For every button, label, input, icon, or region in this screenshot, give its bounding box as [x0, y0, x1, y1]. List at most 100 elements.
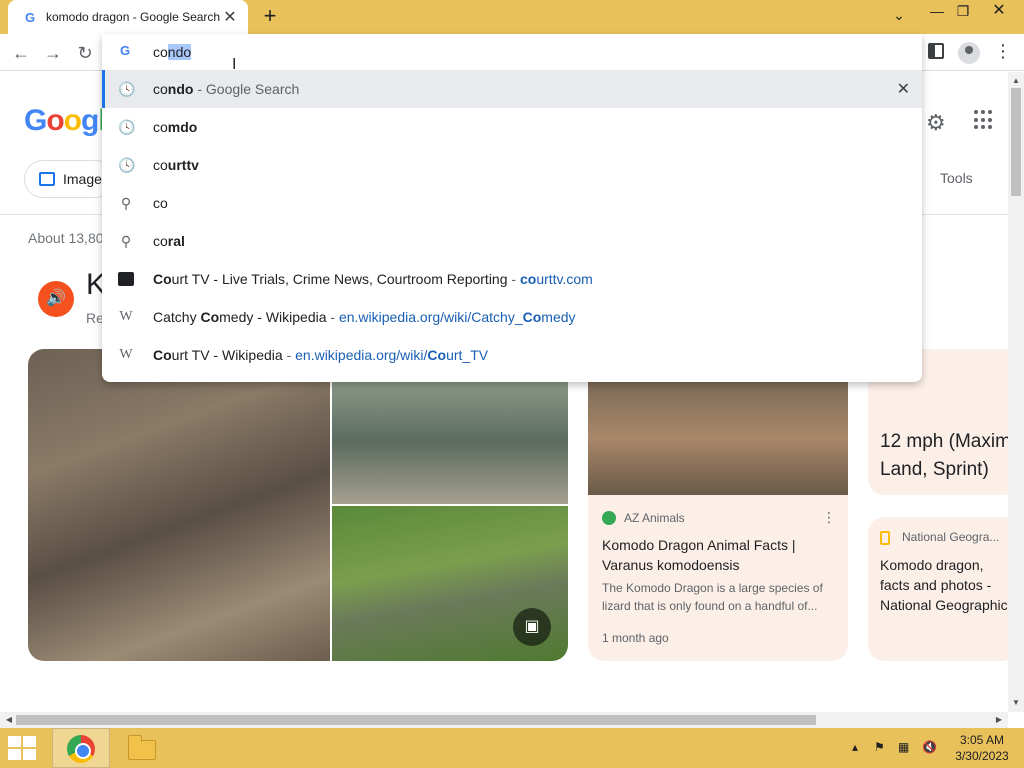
settings-gear-icon[interactable]: ⚙ [926, 110, 946, 136]
tab-close-icon[interactable]: ✕ [222, 7, 238, 27]
suggestion-title: urt TV - Wikipedia [171, 347, 283, 363]
suggestion-prefix: co [153, 233, 168, 249]
clock-date: 3/30/2023 [955, 749, 1009, 763]
vertical-scroll-thumb[interactable] [1011, 88, 1021, 196]
close-window-button[interactable]: ✕ [974, 0, 1024, 22]
history-icon: 🕓 [118, 119, 136, 135]
fact-line-1: 12 mph (Maxim [880, 431, 1011, 452]
active-tab[interactable]: G komodo dragon - Google Search ✕ [8, 0, 248, 34]
windows-start-icon[interactable] [8, 736, 38, 760]
suggestion-bold: Co [200, 309, 220, 325]
action-center-flag-icon[interactable]: ⚑ [874, 740, 885, 754]
suggestion-url-pre: en.wikipedia.org/wiki/Catchy_ [338, 309, 523, 325]
card-source: National Geogra... [902, 530, 1000, 544]
card-title-line1: Komodo dragon, [880, 557, 984, 573]
address-bar[interactable]: G condo [102, 34, 922, 70]
suggestion-sep: - [326, 309, 339, 325]
side-panel-icon[interactable] [928, 43, 944, 59]
suggestion-bold: Co [153, 347, 172, 363]
suggestion-bold: Co [153, 271, 172, 287]
search-icon: ⚲ [120, 195, 132, 211]
suggestion-prefix: co [153, 119, 168, 135]
network-icon[interactable]: ▦ [898, 740, 909, 754]
back-button[interactable]: ← [8, 40, 34, 66]
fact-value: 12 mph (Maxim Land, Sprint) [880, 428, 1011, 484]
windows-taskbar: ▴ ⚑ ▦ 🔇 3:05 AM 3/30/2023 [0, 728, 1024, 768]
horizontal-scroll-thumb[interactable] [16, 715, 816, 725]
image-gallery-icon[interactable]: ▣ [513, 608, 551, 646]
suggestion-prefix: co [153, 81, 168, 97]
az-animals-card[interactable]: AZ Animals ⋮ Komodo Dragon Animal Facts … [588, 349, 848, 661]
google-logo[interactable]: Googl [24, 104, 107, 138]
logo-letter: o [63, 104, 82, 137]
volume-muted-icon[interactable]: 🔇 [922, 740, 937, 754]
system-clock[interactable]: 3:05 AM 3/30/2023 [950, 732, 1014, 764]
suggestion-item[interactable]: 🕓 condo - Google Search ✕ [102, 70, 922, 108]
scroll-left-icon[interactable]: ◀ [2, 712, 16, 728]
show-hidden-icons-icon[interactable]: ▴ [852, 740, 858, 754]
logo-letter: o [46, 104, 64, 137]
scroll-up-icon[interactable]: ▲ [1008, 74, 1024, 88]
autocomplete-selection: ndo [167, 44, 192, 60]
vertical-scrollbar[interactable]: ▲ ▼ [1008, 72, 1024, 712]
suggestion-prefix: co [153, 157, 168, 173]
suggestion-sep: - [507, 271, 520, 287]
horizontal-scrollbar[interactable]: ◀ ▶ [0, 712, 1008, 728]
tab-title: komodo dragon - Google Search [46, 10, 221, 24]
taskbar-chrome-button[interactable] [52, 728, 110, 768]
suggestion-bold: urttv [167, 157, 199, 173]
forward-button[interactable]: → [40, 40, 66, 66]
reload-button[interactable]: ↻ [72, 40, 98, 66]
card-title-line2: facts and photos - [880, 577, 992, 593]
az-animals-favicon-icon [602, 511, 616, 525]
card-more-icon[interactable]: ⋮ [822, 509, 836, 526]
suggestion-bold: ral [167, 233, 185, 249]
suggestion-item[interactable]: Court TV - Live Trials, Crime News, Cour… [102, 260, 922, 298]
natgeo-favicon-icon [880, 531, 890, 545]
tab-search-chevron-icon[interactable]: ⌄ [884, 4, 914, 26]
speaker-icon[interactable]: 🔊 [38, 281, 74, 317]
suggestion-url-bold: co [519, 271, 537, 287]
new-tab-button[interactable]: + [258, 4, 282, 28]
komodo-photo-1[interactable] [28, 349, 330, 661]
profile-avatar-icon[interactable] [958, 42, 980, 64]
google-search-icon: G [120, 43, 131, 58]
suggestion-item[interactable]: W Court TV - Wikipedia - en.wikipedia.or… [102, 336, 922, 374]
card-title-line2: Varanus komodoensis [602, 557, 740, 573]
card-date: 1 month ago [602, 631, 669, 645]
logo-letter: g [81, 104, 99, 137]
logo-letter: G [24, 104, 47, 137]
taskbar-file-explorer-button[interactable] [126, 734, 158, 762]
suggestion-text: comdo [153, 119, 197, 135]
browser-titlebar: G komodo dragon - Google Search ✕ + ⌄ — … [0, 0, 1024, 34]
natgeo-card[interactable]: National Geogra... ⋮ Komodo dragon, fact… [868, 517, 1018, 661]
card-desc-line2: lizard that is only found on a handful o… [602, 599, 818, 613]
google-apps-icon[interactable] [974, 110, 994, 130]
typed-text: co [153, 44, 168, 60]
suggestion-item[interactable]: ⚲ co [102, 184, 922, 222]
browser-menu-icon[interactable]: ⋮ [994, 41, 1012, 61]
clock-time: 3:05 AM [959, 733, 1005, 747]
suggestion-text: Court TV - Live Trials, Crime News, Cour… [153, 271, 593, 287]
suggestion-item[interactable]: 🕓 comdo [102, 108, 922, 146]
scroll-down-icon[interactable]: ▼ [1008, 696, 1024, 710]
results-count: About 13,80 [28, 230, 104, 246]
history-icon: 🕓 [118, 157, 136, 173]
scroll-right-icon[interactable]: ▶ [992, 712, 1006, 728]
images-filter-chip[interactable]: Images [24, 160, 114, 198]
remove-suggestion-icon[interactable]: ✕ [897, 79, 910, 99]
suggestion-title: urt TV - Live Trials, Crime News, Courtr… [171, 271, 508, 287]
suggestion-item[interactable]: W Catchy Comedy - Wikipedia - en.wikiped… [102, 298, 922, 336]
image-icon [39, 172, 55, 186]
address-input[interactable]: condo [153, 44, 192, 60]
omnibox-dropdown: G condo I 🕓 condo - Google Search ✕ 🕓 co… [102, 34, 922, 382]
tools-button[interactable]: Tools [940, 170, 973, 186]
fact-line-2: Land, Sprint) [880, 459, 989, 480]
suggestion-url-pre: en.wikipedia.org/wiki/ [295, 347, 428, 363]
suggestion-text: co [153, 195, 168, 211]
komodo-photo-2[interactable] [332, 380, 568, 504]
suggestion-item[interactable]: 🕓 courttv [102, 146, 922, 184]
suggestion-url: medy [541, 309, 576, 325]
card-image [588, 381, 848, 495]
suggestion-item[interactable]: ⚲ coral [102, 222, 922, 260]
